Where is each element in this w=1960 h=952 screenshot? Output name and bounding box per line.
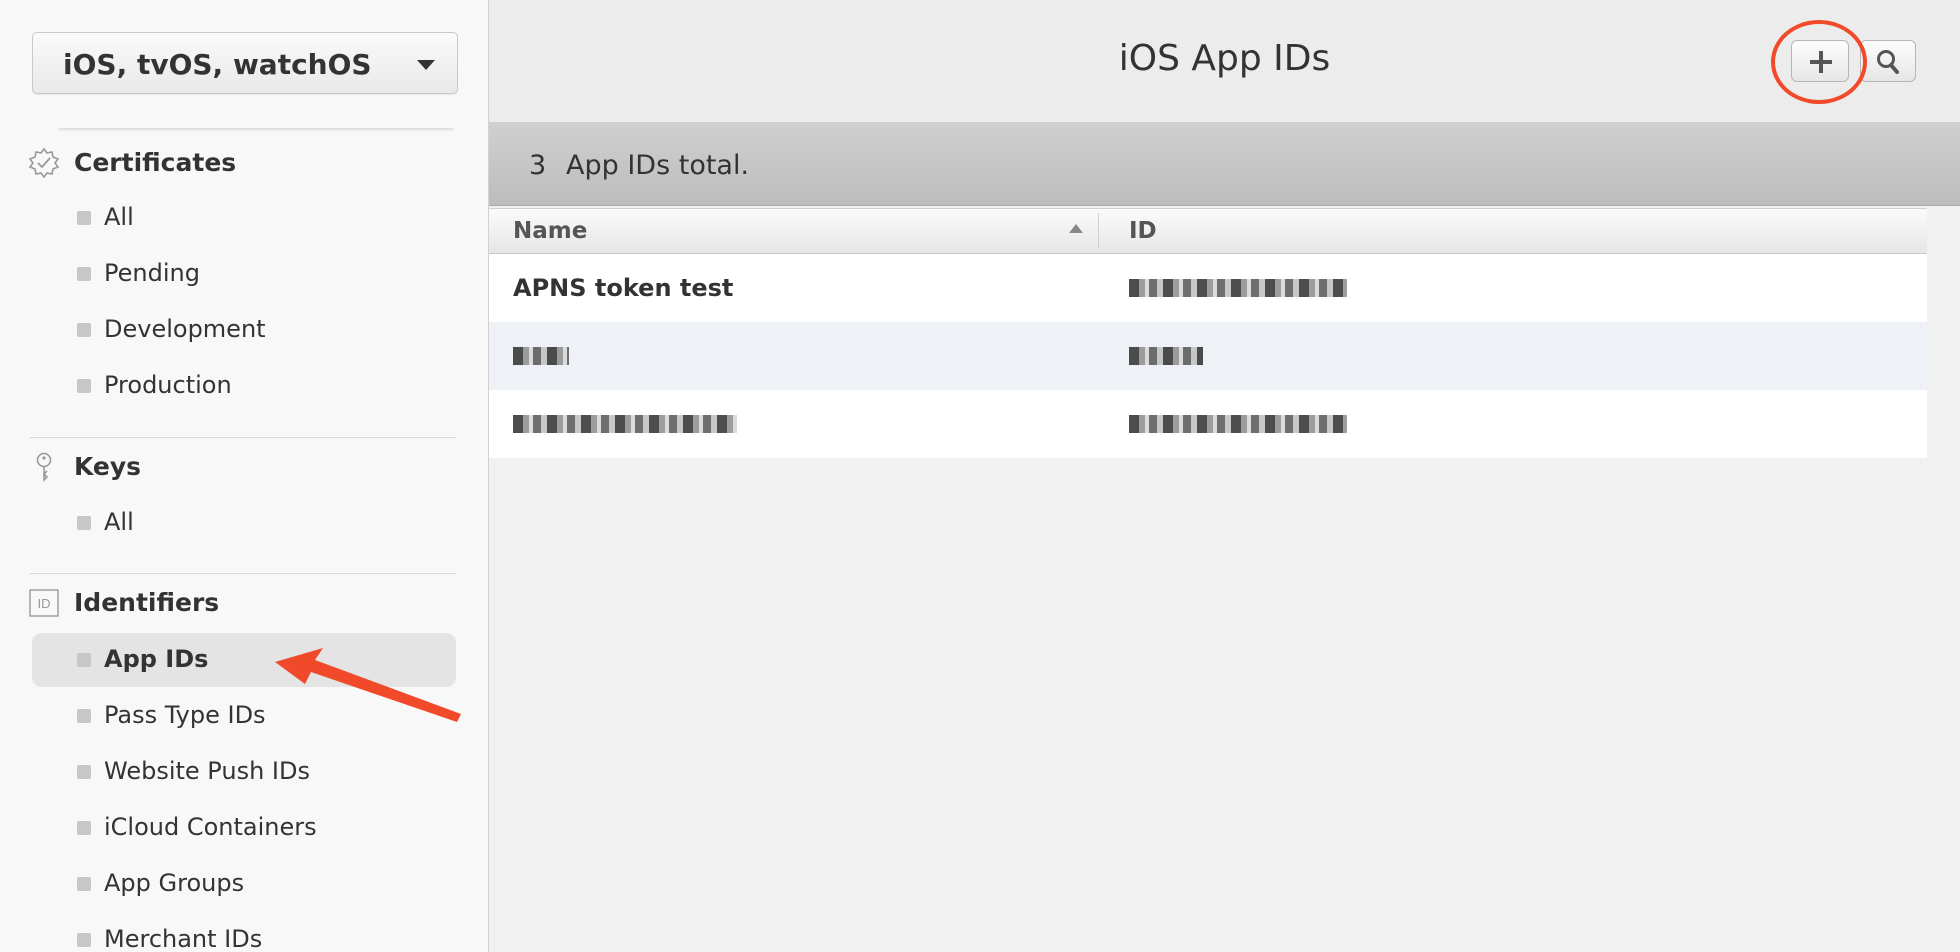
redacted-name: [513, 415, 737, 433]
sidebar-item-label: Website Push IDs: [104, 757, 310, 785]
sidebar-item-label: All: [104, 203, 134, 231]
chevron-down-icon: [417, 60, 435, 70]
platform-dropdown-label: iOS, tvOS, watchOS: [63, 48, 372, 81]
sidebar-item-label: Pass Type IDs: [104, 701, 266, 729]
bullet-icon: [77, 516, 91, 530]
column-header-name[interactable]: Name: [513, 218, 587, 244]
column-separator: [1098, 213, 1099, 249]
sidebar-item-icloud-containers[interactable]: iCloud Containers: [32, 801, 456, 855]
section-divider: [30, 437, 456, 438]
column-header-id[interactable]: ID: [1129, 218, 1157, 244]
table-header: Name ID: [489, 208, 1927, 254]
sidebar: iOS, tvOS, watchOS Certificates All Pend…: [0, 0, 489, 952]
bullet-icon: [77, 933, 91, 947]
sidebar-item-certificates-all[interactable]: All: [32, 191, 456, 245]
section-label: Identifiers: [74, 588, 220, 617]
id-icon: ID: [29, 589, 59, 617]
section-divider: [30, 573, 456, 574]
table-row[interactable]: APNS token test: [489, 254, 1927, 322]
page-title: iOS App IDs: [1118, 38, 1331, 79]
sort-ascending-icon[interactable]: [1069, 224, 1083, 233]
redacted-id: [1129, 347, 1203, 365]
annotation-arrow: [275, 648, 461, 722]
bullet-icon: [77, 267, 91, 281]
sidebar-item-label: All: [104, 508, 134, 536]
redacted-name: [513, 347, 569, 365]
app-ids-table: Name ID APNS token test: [489, 208, 1927, 458]
sidebar-item-label: Merchant IDs: [104, 925, 263, 952]
app-id-count: 3: [529, 150, 547, 181]
sidebar-item-app-groups[interactable]: App Groups: [32, 857, 456, 911]
bullet-icon: [77, 211, 91, 225]
bullet-icon: [77, 653, 91, 667]
redacted-id: [1129, 279, 1347, 297]
table-row[interactable]: [489, 390, 1927, 458]
bullet-icon: [77, 709, 91, 723]
section-label: Keys: [74, 452, 142, 481]
main-panel: iOS App IDs 3 App IDs total. Name ID APN…: [489, 0, 1960, 952]
bullet-icon: [77, 765, 91, 779]
app-id-name: APNS token test: [513, 274, 734, 302]
summary-bar: 3 App IDs total.: [489, 123, 1960, 206]
redacted-id: [1129, 415, 1347, 433]
platform-dropdown[interactable]: iOS, tvOS, watchOS: [32, 32, 458, 94]
app-id-count-label: App IDs total.: [566, 150, 750, 181]
sidebar-item-label: App Groups: [104, 869, 245, 897]
bullet-icon: [77, 323, 91, 337]
sidebar-item-label: iCloud Containers: [104, 813, 317, 841]
sidebar-item-keys-all[interactable]: All: [32, 496, 456, 550]
sidebar-item-merchant-ids[interactable]: Merchant IDs: [32, 913, 456, 952]
bullet-icon: [77, 379, 91, 393]
certificate-badge-icon: [28, 147, 60, 179]
sidebar-shadow-divider: [58, 128, 454, 132]
sidebar-item-website-push-ids[interactable]: Website Push IDs: [32, 745, 456, 799]
sidebar-item-label: App IDs: [104, 645, 209, 673]
sidebar-item-label: Development: [104, 315, 266, 343]
add-app-id-button[interactable]: [1791, 40, 1849, 82]
plus-icon: [1810, 51, 1832, 73]
sidebar-item-development[interactable]: Development: [32, 303, 456, 357]
sidebar-item-label: Pending: [104, 259, 200, 287]
table-row[interactable]: [489, 322, 1927, 390]
search-icon: [1877, 50, 1899, 74]
svg-text:ID: ID: [38, 596, 51, 611]
search-button[interactable]: [1860, 40, 1916, 82]
title-bar: iOS App IDs: [489, 0, 1960, 123]
key-icon: [36, 452, 52, 482]
sidebar-item-production[interactable]: Production: [32, 359, 456, 413]
section-label: Certificates: [74, 148, 237, 177]
sidebar-item-pending[interactable]: Pending: [32, 247, 456, 301]
bullet-icon: [77, 877, 91, 891]
sidebar-item-label: Production: [104, 371, 232, 399]
bullet-icon: [77, 821, 91, 835]
